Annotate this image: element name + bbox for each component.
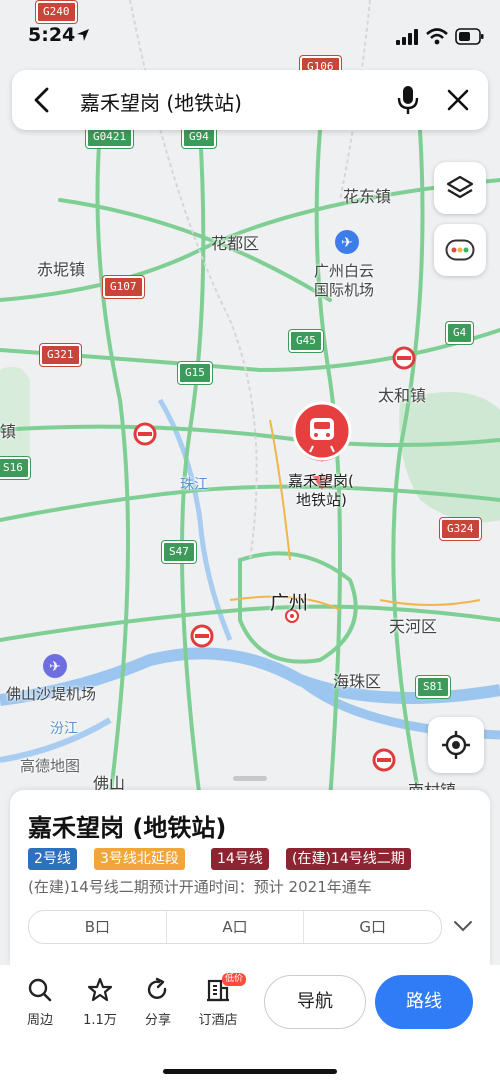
favorite-count: 1.1万 — [83, 1013, 117, 1028]
search-icon — [28, 978, 52, 1002]
home-indicator — [163, 1069, 337, 1074]
wifi-icon — [426, 28, 448, 45]
station-map-label: 嘉禾望岗( — [288, 472, 354, 490]
exit-selector[interactable]: B口 A口 G口 — [28, 910, 442, 944]
hotel-badge: 低价 — [222, 973, 246, 986]
place-label: 国际机场 — [314, 281, 375, 299]
nearby-label: 周边 — [26, 1013, 53, 1028]
road-shield: G4 — [446, 322, 474, 344]
share-button[interactable]: 分享 — [130, 977, 186, 1028]
search-input[interactable]: 嘉禾望岗 (地铁站) — [80, 87, 242, 116]
river-label: 汾江 — [50, 721, 78, 737]
place-label: 镇 — [0, 422, 17, 441]
status-bar: 5:24 — [0, 0, 500, 70]
navigate-button[interactable]: 导航 — [264, 975, 366, 1029]
opening-note: (在建)14号线二期预计开通时间：预计 2021年通车 — [28, 878, 372, 896]
road-shield: G107 — [103, 276, 144, 298]
sheet-drag-handle[interactable] — [233, 776, 267, 781]
exit-tab[interactable]: B口 — [29, 911, 166, 943]
line-tag[interactable]: 3号线北延段 — [94, 848, 185, 870]
status-time: 5:24 — [28, 24, 76, 46]
layers-icon — [446, 175, 474, 199]
hotel-button[interactable]: 订酒店 低价 — [190, 973, 246, 1028]
locate-button[interactable] — [428, 717, 484, 773]
star-icon — [87, 977, 113, 1002]
line-tag[interactable]: 14号线 — [211, 848, 269, 870]
city-label: 广州 — [270, 592, 309, 614]
river-label: 珠江 — [180, 477, 208, 493]
place-label: 赤坭镇 — [37, 260, 86, 279]
exit-tab[interactable]: A口 — [165, 911, 304, 943]
road-shield: G321 — [40, 344, 81, 366]
signal-icon — [396, 29, 418, 45]
share-label: 分享 — [144, 1013, 171, 1028]
microphone-icon[interactable] — [396, 84, 420, 116]
road-shield: G15 — [178, 362, 212, 384]
place-label: 佛山沙堤机场 — [6, 685, 97, 703]
nearby-button[interactable]: 周边 — [12, 977, 68, 1028]
road-shield: S47 — [162, 541, 196, 563]
bottom-toolbar: 周边 1.1万 分享 订酒店 低价 导航 路线 — [0, 965, 500, 1083]
crosshair-icon — [442, 731, 470, 759]
close-icon[interactable] — [446, 88, 470, 112]
station-map-label: 地铁站) — [296, 491, 347, 509]
route-button[interactable]: 路线 — [375, 975, 473, 1029]
road-shield: S81 — [416, 676, 450, 698]
place-label: 太和镇 — [378, 386, 427, 405]
location-arrow-icon — [77, 29, 89, 41]
traffic-icon — [445, 239, 475, 261]
back-icon[interactable] — [32, 86, 52, 114]
restriction-icon — [133, 422, 157, 446]
traffic-button[interactable] — [434, 224, 486, 276]
favorite-button[interactable]: 1.1万 — [72, 977, 128, 1028]
battery-icon — [455, 28, 484, 45]
search-bar[interactable]: 嘉禾望岗 (地铁站) — [12, 70, 488, 130]
road-shield: G324 — [440, 518, 481, 540]
line-tag[interactable]: (在建)14号线二期 — [286, 848, 411, 870]
layers-button[interactable] — [434, 162, 486, 214]
road-shield: S16 — [0, 457, 30, 479]
watermark-label: 高德地图 — [20, 757, 81, 775]
place-label: 广州白云 — [314, 262, 375, 280]
poi-info-sheet: 嘉禾望岗 (地铁站) 2号线 3号线北延段 14号线 (在建)14号线二期 (在… — [10, 790, 490, 965]
place-label: 花东镇 — [343, 187, 392, 206]
svg-text:✈: ✈ — [49, 659, 61, 675]
svg-text:✈: ✈ — [341, 235, 353, 251]
hotel-label: 订酒店 — [198, 1013, 238, 1028]
road-shield: G45 — [289, 330, 323, 352]
place-label: 天河区 — [389, 617, 438, 636]
exit-tab[interactable]: G口 — [303, 911, 441, 943]
share-icon — [147, 977, 167, 999]
poi-title: 嘉禾望岗 (地铁站) — [28, 814, 227, 842]
line-tag[interactable]: 2号线 — [28, 848, 77, 870]
place-label: 花都区 — [211, 234, 260, 253]
chevron-down-icon[interactable] — [452, 918, 474, 934]
place-label: 海珠区 — [333, 672, 382, 691]
